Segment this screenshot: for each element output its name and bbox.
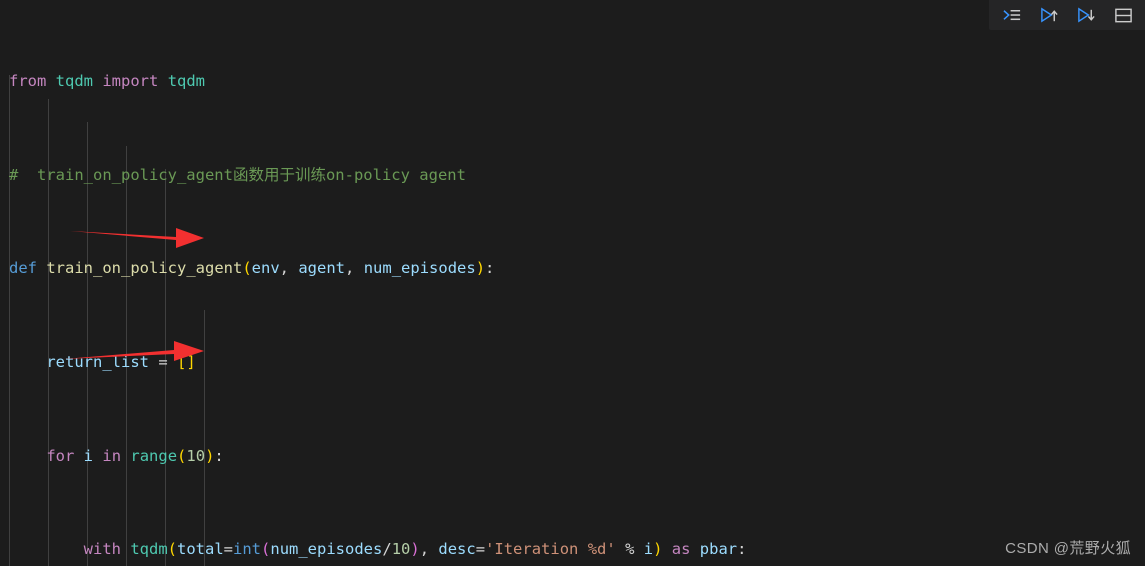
code-line-2[interactable]: # train_on_policy_agent函数用于训练on-policy a…: [0, 164, 1145, 187]
split-editor-icon[interactable]: [1114, 6, 1133, 25]
run-cell-icon[interactable]: [1003, 6, 1022, 25]
code-line-5[interactable]: for i in range(10):: [0, 445, 1145, 468]
run-above-icon[interactable]: [1040, 6, 1059, 25]
code-line-3[interactable]: def train_on_policy_agent(env, agent, nu…: [0, 257, 1145, 280]
code-text[interactable]: from tqdm import tqdm # train_on_policy_…: [0, 0, 1145, 566]
code-line-4[interactable]: return_list = []: [0, 351, 1145, 374]
code-line-6[interactable]: with tqdm(total=int(num_episodes/10), de…: [0, 538, 1145, 561]
watermark-text: CSDN @荒野火狐: [1005, 540, 1131, 557]
run-below-icon[interactable]: [1077, 6, 1096, 25]
code-editor[interactable]: from tqdm import tqdm # train_on_policy_…: [0, 0, 1145, 566]
code-line-1[interactable]: from tqdm import tqdm: [0, 70, 1145, 93]
editor-toolbar[interactable]: [989, 0, 1145, 30]
